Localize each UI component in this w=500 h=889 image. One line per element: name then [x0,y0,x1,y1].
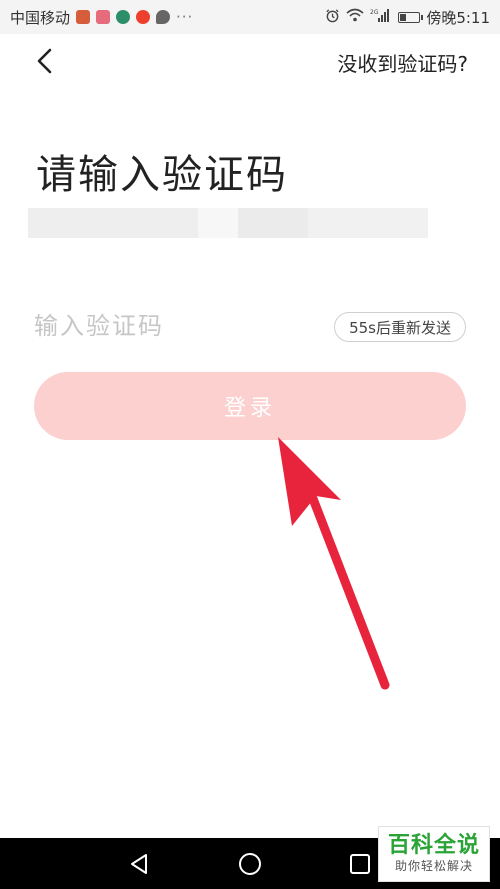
chat-icon [156,10,171,24]
app-icon [76,10,91,24]
mask-block [378,208,428,238]
masked-phone-number [28,208,428,238]
mask-block [198,208,238,238]
status-left: 中国移动 ··· [10,7,193,28]
recent-square-icon[interactable] [346,850,374,878]
chevron-left-icon [37,48,52,74]
resend-countdown-button[interactable]: 55s后重新发送 [334,312,466,342]
app-icon [116,10,131,24]
watermark-logo: 百科全说 助你轻松解决 [378,826,490,882]
carrier-name: 中国移动 [10,8,71,27]
battery-level [400,13,407,21]
back-triangle-icon[interactable] [126,850,154,878]
annotation-arrow [278,437,390,690]
watermark-subtitle: 助你轻松解决 [394,859,473,873]
network-type-label: 2G [370,9,379,16]
clock-time: 傍晚5:11 [426,8,490,27]
app-icon [136,10,151,24]
status-bar: 中国移动 ··· 2G 傍晚5:11 [0,0,500,34]
app-icon [96,10,111,24]
mask-block [28,208,198,238]
watermark-title: 百科全说 [387,833,480,858]
page-title: 请输入验证码 [36,152,288,198]
wifi-icon [346,8,364,26]
verification-code-input[interactable] [34,306,294,346]
mask-block [238,208,308,238]
overflow-dots: ··· [176,8,194,26]
mask-block [308,208,378,238]
home-circle-icon[interactable] [236,850,264,878]
no-code-received-link[interactable]: 没收到验证码? [337,48,468,77]
alarm-icon [325,8,340,27]
status-right: 2G 傍晚5:11 [325,7,490,28]
back-button[interactable] [28,44,62,78]
signal-icon: 2G [370,8,392,26]
login-button[interactable]: 登录 [34,372,466,440]
battery-icon [398,11,424,23]
